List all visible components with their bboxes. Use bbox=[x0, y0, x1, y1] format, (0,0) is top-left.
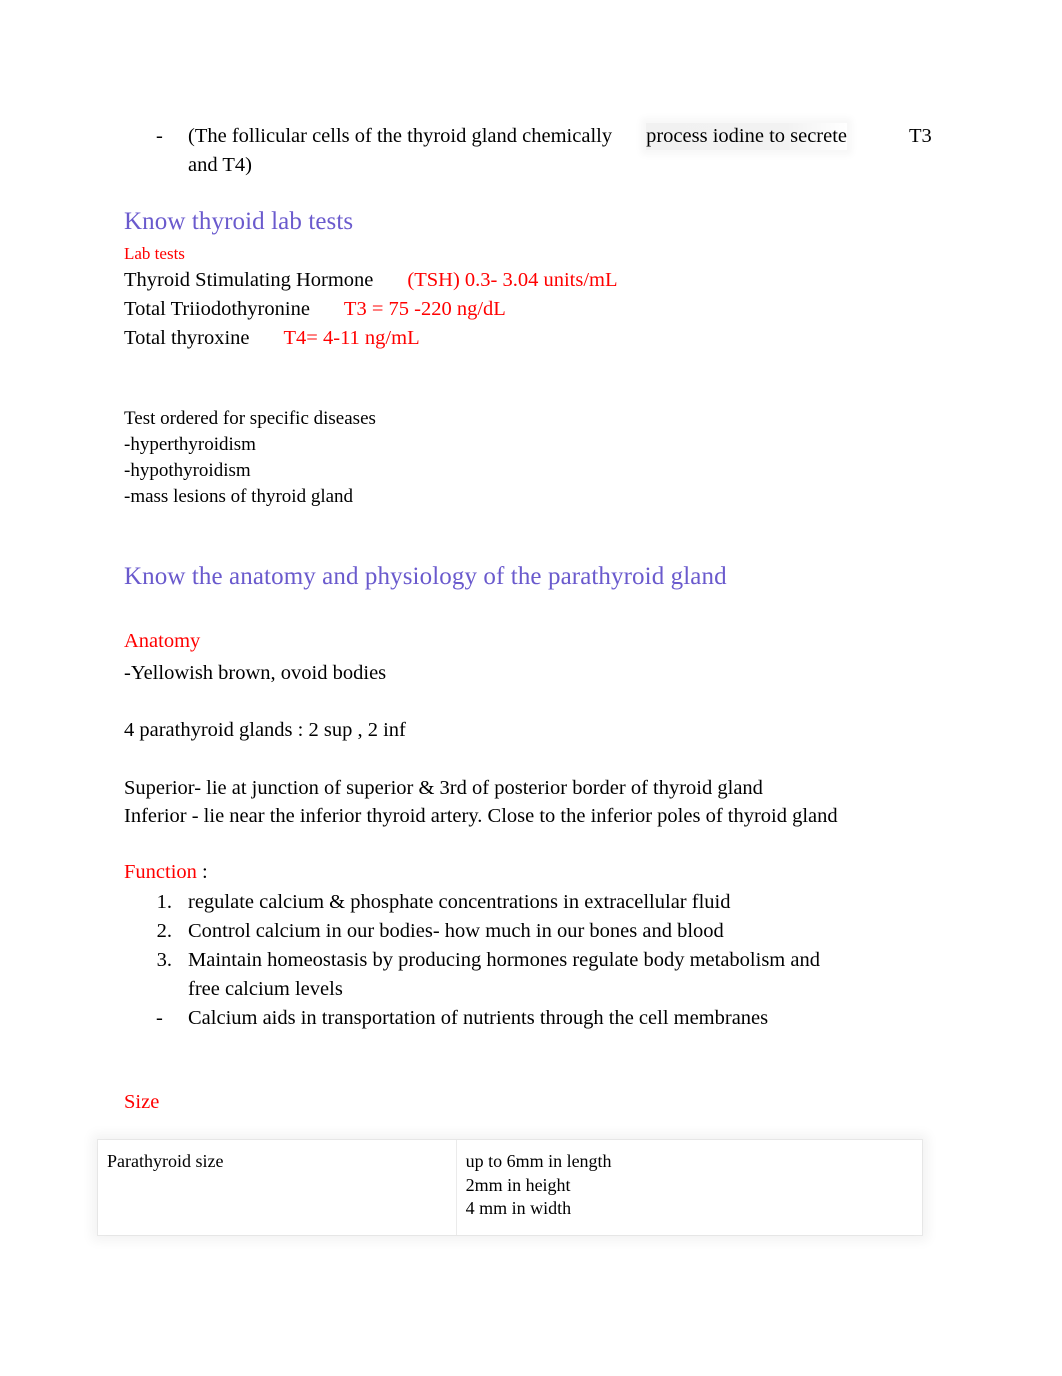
list-item-text: Maintain homeostasis by producing hormon… bbox=[188, 949, 820, 971]
lab-test-value: (TSH) 0.3- 3.04 units/mL bbox=[407, 269, 618, 291]
lab-test-row: Total thyroxine T4= 4-11 ng/mL bbox=[124, 324, 824, 353]
tests-ordered-item: -hypothyroidism bbox=[124, 460, 251, 481]
label-function-text: Function bbox=[124, 861, 197, 883]
lab-test-name: Total Triiodothyronine bbox=[124, 298, 310, 320]
tests-ordered-item: -hyperthyroidism bbox=[124, 434, 256, 455]
tests-ordered-block: Test ordered for specific diseases -hype… bbox=[124, 406, 744, 510]
lab-test-value: T3 = 75 -220 ng/dL bbox=[343, 298, 506, 320]
label-lab-tests: Lab tests bbox=[124, 244, 185, 263]
intro-paragraph: - (The follicular cells of the thyroid gl… bbox=[124, 122, 954, 180]
intro-shaded-text: process iodine to secrete bbox=[646, 123, 848, 150]
lab-tests-list: Thyroid Stimulating Hormone (TSH) 0.3- 3.… bbox=[124, 266, 824, 353]
lab-test-row: Total Triiodothyronine T3 = 75 -220 ng/dL bbox=[124, 295, 824, 324]
tests-ordered-item: -mass lesions of thyroid gland bbox=[124, 486, 354, 507]
function-list-item-dash: - Calcium aids in transportation of nutri… bbox=[124, 1004, 914, 1033]
size-value-width: 4 mm in width bbox=[465, 1198, 572, 1218]
function-list-item: 3. Maintain homeostasis by producing horm… bbox=[124, 946, 914, 975]
list-item-text: Calcium aids in transportation of nutrie… bbox=[188, 1007, 769, 1029]
size-value-length: up to 6mm in length bbox=[465, 1151, 612, 1171]
table-cell-values: up to 6mm in length 2mm in height 4 mm i… bbox=[456, 1140, 922, 1235]
position-inferior: Inferior - lie near the inferior thyroid… bbox=[124, 805, 838, 827]
anatomy-description: -Yellowish brown, ovoid bodies bbox=[124, 662, 387, 684]
intro-text-part1: (The follicular cells of the thyroid gla… bbox=[188, 125, 613, 147]
heading-know-thyroid-lab-tests: Know thyroid lab tests bbox=[124, 208, 354, 235]
list-marker: 2. bbox=[156, 920, 172, 942]
table-row: Parathyroid size up to 6mm in length 2mm… bbox=[98, 1140, 922, 1235]
tests-ordered-title: Test ordered for specific diseases bbox=[124, 408, 376, 429]
lab-test-name: Total thyroxine bbox=[124, 327, 250, 349]
label-size: Size bbox=[124, 1091, 160, 1113]
list-marker: 1. bbox=[156, 891, 172, 913]
intro-bullet-line-1: - (The follicular cells of the thyroid gl… bbox=[124, 122, 954, 151]
list-item-text: Control calcium in our bodies- how much … bbox=[188, 920, 724, 942]
intro-bullet-line-2: and T4) bbox=[124, 151, 954, 180]
label-function-colon: : bbox=[196, 861, 208, 883]
function-list-item: 1. regulate calcium & phosphate concentra… bbox=[124, 888, 914, 917]
lab-test-value: T4= 4-11 ng/mL bbox=[283, 327, 420, 349]
table-cell-label: Parathyroid size bbox=[98, 1140, 457, 1235]
list-item-text: free calcium levels bbox=[188, 978, 343, 1000]
function-list-item: 2. Control calcium in our bodies- how muc… bbox=[124, 917, 914, 946]
label-function: Function : bbox=[124, 860, 208, 885]
heading-know-parathyroid-anatomy: Know the anatomy and physiology of the p… bbox=[124, 563, 727, 590]
document-page: - (The follicular cells of the thyroid gl… bbox=[0, 0, 1062, 1376]
lab-test-name: Thyroid Stimulating Hormone bbox=[124, 269, 374, 291]
intro-text-line2: and T4) bbox=[188, 154, 252, 176]
lab-test-row: Thyroid Stimulating Hormone (TSH) 0.3- 3.… bbox=[124, 266, 824, 295]
list-marker: 3. bbox=[156, 949, 172, 971]
list-marker-dash: - bbox=[156, 1007, 163, 1029]
parathyroid-positions: Superior- lie at junction of superior & … bbox=[124, 774, 838, 830]
list-item-text: regulate calcium & phosphate concentrati… bbox=[188, 891, 731, 913]
function-list-item-continuation: free calcium levels bbox=[124, 975, 914, 1004]
position-superior: Superior- lie at junction of superior & … bbox=[124, 777, 763, 799]
intro-dash-marker: - bbox=[156, 125, 163, 147]
parathyroid-gland-count: 4 parathyroid glands : 2 sup , 2 inf bbox=[124, 719, 406, 741]
function-list: 1. regulate calcium & phosphate concentra… bbox=[124, 888, 914, 1033]
intro-text-part2: T3 bbox=[909, 125, 932, 147]
size-value-height: 2mm in height bbox=[465, 1174, 571, 1195]
label-anatomy: Anatomy bbox=[124, 630, 201, 652]
parathyroid-size-table: Parathyroid size up to 6mm in length 2mm… bbox=[98, 1140, 922, 1235]
